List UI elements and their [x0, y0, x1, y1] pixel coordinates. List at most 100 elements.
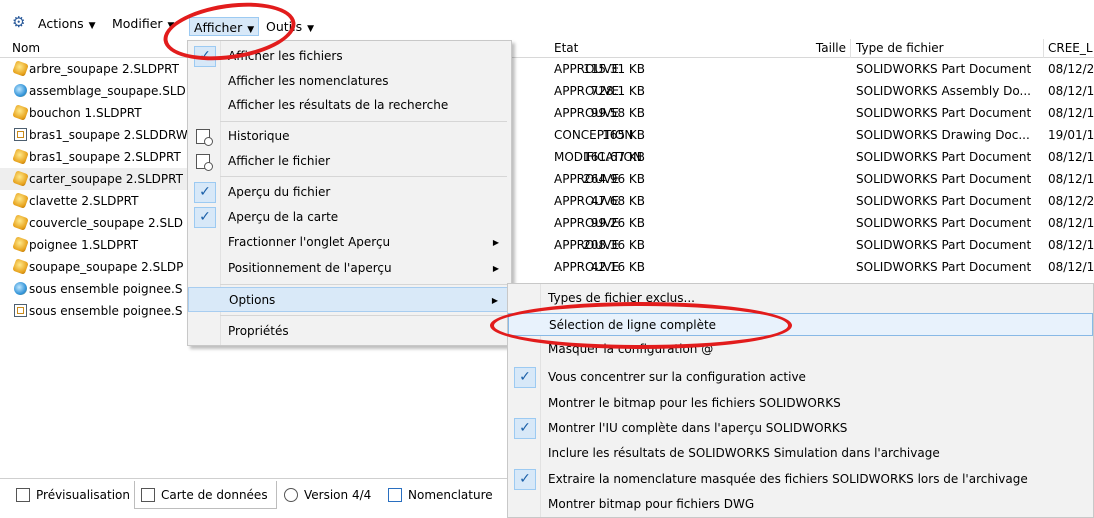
menu-item-label: Types de fichier exclus... [548, 291, 695, 305]
modifier-menu-button[interactable]: Modifier ▼ [112, 14, 174, 34]
menu-item-types-exclus[interactable]: Types de fichier exclus... [508, 287, 1093, 310]
file-row[interactable]: poignee 1.SLDPRT [0, 234, 190, 256]
part-icon [12, 60, 29, 77]
tab-label: Version 4/4 [304, 488, 372, 502]
menu-item-bitmap-solidworks[interactable]: Montrer le bitmap pour les fichiers SOLI… [508, 392, 1093, 415]
menu-item-resultats-simulation[interactable]: Inclure les résultats de SOLIDWORKS Simu… [508, 442, 1093, 465]
submenu-arrow-icon: ▶ [492, 238, 499, 247]
menu-item-nomenclature-masquee[interactable]: ✓ Extraire la nomenclature masquée des fi… [508, 468, 1093, 491]
menu-item-label: Afficher le fichier [228, 154, 331, 168]
part-icon [12, 104, 29, 121]
part-icon [12, 148, 29, 165]
file-name: clavette 2.SLDPRT [29, 194, 139, 208]
tab-version[interactable]: Version 4/4 [278, 481, 371, 509]
date-cell: 08/12/2 [1048, 194, 1094, 208]
type-cell: SOLIDWORKS Part Document [856, 216, 1032, 230]
date-cell: 08/12/1 [1048, 216, 1094, 230]
menu-item-masquer-configuration[interactable]: Masquer la configuration @ [508, 338, 1093, 361]
type-cell: SOLIDWORKS Part Document [856, 260, 1032, 274]
detail-row[interactable]: APPROUVE 42.16 KB SOLIDWORKS Part Document… [548, 256, 1094, 278]
menu-item-options[interactable]: Options ▶ [188, 287, 511, 312]
menu-item-configuration-active[interactable]: ✓ Vous concentrer sur la configuration ac… [508, 366, 1093, 389]
tab-previsualisation[interactable]: Prévisualisation [10, 481, 130, 509]
tab-carte-de-donnees[interactable]: Carte de données [134, 481, 277, 509]
assembly-icon [14, 84, 27, 97]
col-taille[interactable]: Taille [800, 40, 846, 57]
file-name: bras1_soupape 2.SLDPRT [29, 150, 181, 164]
version-icon [284, 488, 298, 502]
menu-item-label: Afficher les nomenclatures [228, 74, 389, 88]
file-name: sous ensemble poignee.S [29, 304, 183, 318]
date-cell: 19/01/1 [1048, 128, 1094, 142]
file-row[interactable]: clavette 2.SLDPRT [0, 190, 190, 212]
type-cell: SOLIDWORKS Part Document [856, 62, 1032, 76]
menu-item-apercu-carte[interactable]: ✓ Aperçu de la carte [188, 205, 511, 230]
detail-row[interactable]: APPROUVE 208.36 KB SOLIDWORKS Part Documen… [548, 234, 1094, 256]
menu-item-proprietes[interactable]: Propriétés [188, 319, 511, 344]
size-cell: 264.96 KB [583, 172, 645, 186]
menu-item-selection-ligne-complete[interactable]: Sélection de ligne complète [508, 313, 1093, 336]
type-cell: SOLIDWORKS Assembly Do... [856, 84, 1031, 98]
afficher-menu-button[interactable]: Afficher ▼ [189, 17, 260, 36]
date-cell: 08/12/1 [1048, 84, 1094, 98]
type-cell: SOLIDWORKS Part Document [856, 194, 1032, 208]
file-row[interactable]: assemblage_soupape.SLD [0, 80, 190, 102]
tab-label: Carte de données [161, 488, 268, 502]
menu-item-label: Montrer l'IU complète dans l'aperçu SOLI… [548, 421, 848, 435]
menu-item-afficher-resultats[interactable]: Afficher les résultats de la recherche [188, 93, 511, 118]
menu-item-historique[interactable]: Historique [188, 124, 511, 149]
menu-item-afficher-fichier[interactable]: Afficher le fichier [188, 149, 511, 174]
detail-row[interactable]: APPROUVE 99.58 KB SOLIDWORKS Part Document… [548, 102, 1094, 124]
date-cell: 08/12/1 [1048, 260, 1094, 274]
chevron-down-icon: ▼ [307, 24, 315, 34]
file-row[interactable]: carter_soupape 2.SLDPRT [0, 168, 190, 190]
afficher-dropdown-menu: ✓ Afficher les fichiers Afficher les nome… [187, 40, 512, 346]
actions-menu-button[interactable]: Actions ▼ [38, 14, 96, 34]
detail-row[interactable]: APPROUVE 99.26 KB SOLIDWORKS Part Document… [548, 212, 1094, 234]
detail-row[interactable]: APPROUVE 264.96 KB SOLIDWORKS Part Documen… [548, 168, 1094, 190]
size-cell: 728.1 KB [590, 84, 645, 98]
menu-item-afficher-nomenclatures[interactable]: Afficher les nomenclatures [188, 69, 511, 94]
size-cell: 99.58 KB [590, 106, 645, 120]
type-cell: SOLIDWORKS Part Document [856, 172, 1032, 186]
menu-item-label: Extraire la nomenclature masquée des fic… [548, 472, 1028, 486]
menu-item-bitmap-dwg[interactable]: Montrer bitmap pour fichiers DWG [508, 493, 1093, 516]
file-row[interactable]: arbre_soupape 2.SLDPRT [0, 58, 190, 80]
file-name: soupape_soupape 2.SLDP [29, 260, 184, 274]
checkmark-icon: ✓ [514, 418, 536, 439]
date-cell: 08/12/1 [1048, 238, 1094, 252]
col-nom[interactable]: Nom [12, 40, 40, 57]
detail-row[interactable]: MODIFICATION 161.67 KB SOLIDWORKS Part Doc… [548, 146, 1094, 168]
menu-item-apercu-fichier[interactable]: ✓ Aperçu du fichier [188, 180, 511, 205]
menu-item-iu-complete[interactable]: ✓ Montrer l'IU complète dans l'aperçu SOL… [508, 417, 1093, 440]
detail-row[interactable]: APPROUVE 115.31 KB SOLIDWORKS Part Documen… [548, 58, 1094, 80]
history-icon [196, 129, 213, 146]
col-etat[interactable]: Etat [554, 40, 578, 57]
menu-item-afficher-fichiers[interactable]: ✓ Afficher les fichiers [188, 44, 511, 69]
view-file-icon [196, 154, 213, 171]
file-row[interactable]: sous ensemble poignee.S [0, 300, 190, 322]
file-row[interactable]: bouchon 1.SLDPRT [0, 102, 190, 124]
detail-row[interactable]: APPROUVE 728.1 KB SOLIDWORKS Assembly Do..… [548, 80, 1094, 102]
preview-icon [16, 488, 30, 502]
outils-menu-button[interactable]: Outils ▼ [266, 17, 314, 37]
size-cell: 99.26 KB [590, 216, 645, 230]
col-cree[interactable]: CREE_L [1048, 40, 1093, 57]
file-row[interactable]: couvercle_soupape 2.SLD [0, 212, 190, 234]
pdm-logo-icon: ⚙ [12, 13, 26, 31]
col-type[interactable]: Type de fichier [856, 40, 944, 57]
file-row[interactable]: soupape_soupape 2.SLDP [0, 256, 190, 278]
tab-label: Prévisualisation [36, 488, 130, 502]
file-row[interactable]: sous ensemble poignee.S [0, 278, 190, 300]
detail-row[interactable]: CONCEPTION 165 KB SOLIDWORKS Drawing Doc..… [548, 124, 1094, 146]
bom-icon [388, 488, 402, 502]
menu-item-positionnement-apercu[interactable]: Positionnement de l'aperçu ▶ [188, 256, 511, 281]
file-row[interactable]: bras1_soupape 2.SLDPRT [0, 146, 190, 168]
detail-row[interactable]: APPROUVE 47.68 KB SOLIDWORKS Part Document… [548, 190, 1094, 212]
menu-item-label: Montrer le bitmap pour les fichiers SOLI… [548, 396, 841, 410]
date-cell: 08/12/1 [1048, 150, 1094, 164]
menu-item-fractionner-apercu[interactable]: Fractionner l'onglet Aperçu ▶ [188, 230, 511, 255]
file-name: bras1_soupape 2.SLDDRW [29, 128, 188, 142]
tab-nomenclature[interactable]: Nomenclature [382, 481, 493, 509]
file-row[interactable]: bras1_soupape 2.SLDDRW [0, 124, 190, 146]
